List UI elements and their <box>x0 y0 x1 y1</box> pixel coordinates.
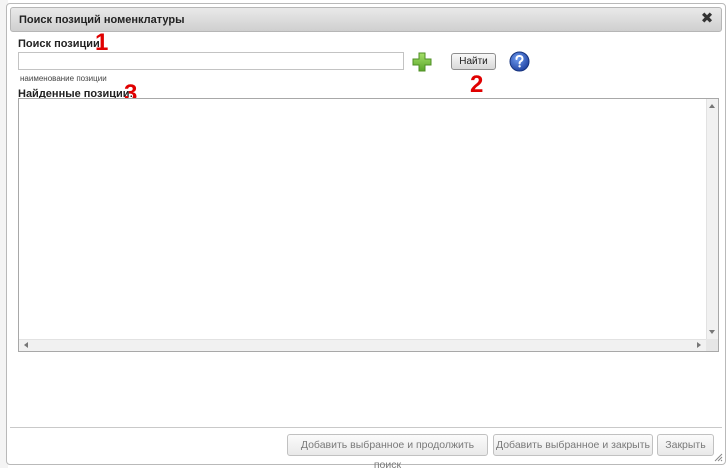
search-label: Поиск позиции <box>18 38 100 50</box>
search-hint: наименование позиции <box>20 74 107 83</box>
search-dialog: Поиск позиций номенклатуры ✖ Поиск позиц… <box>6 3 726 471</box>
scroll-down-icon[interactable] <box>709 330 715 334</box>
dialog-titlebar[interactable]: Поиск позиций номенклатуры ✖ <box>10 7 722 32</box>
horizontal-scrollbar[interactable] <box>19 339 706 351</box>
help-icon[interactable] <box>509 51 530 72</box>
annotation-marker-2: 2 <box>470 71 484 98</box>
results-list[interactable] <box>18 98 719 352</box>
close-button[interactable]: Закрыть <box>657 434 714 456</box>
add-continue-button[interactable]: Добавить выбранное и продолжить поиск <box>287 434 488 471</box>
scroll-up-icon[interactable] <box>709 104 715 108</box>
close-icon[interactable]: ✖ <box>699 11 715 27</box>
plus-icon[interactable] <box>411 51 433 73</box>
footer-divider <box>10 427 722 428</box>
resize-grip-icon[interactable] <box>713 452 723 462</box>
dialog-title: Поиск позиций номенклатуры <box>19 14 185 26</box>
scroll-left-icon[interactable] <box>24 342 28 348</box>
find-button[interactable]: Найти <box>451 53 496 70</box>
vertical-scrollbar[interactable] <box>706 99 718 339</box>
scrollbar-corner <box>706 339 718 351</box>
scroll-right-icon[interactable] <box>697 342 701 348</box>
add-close-button[interactable]: Добавить выбранное и закрыть <box>493 434 653 456</box>
search-input[interactable] <box>18 52 404 70</box>
